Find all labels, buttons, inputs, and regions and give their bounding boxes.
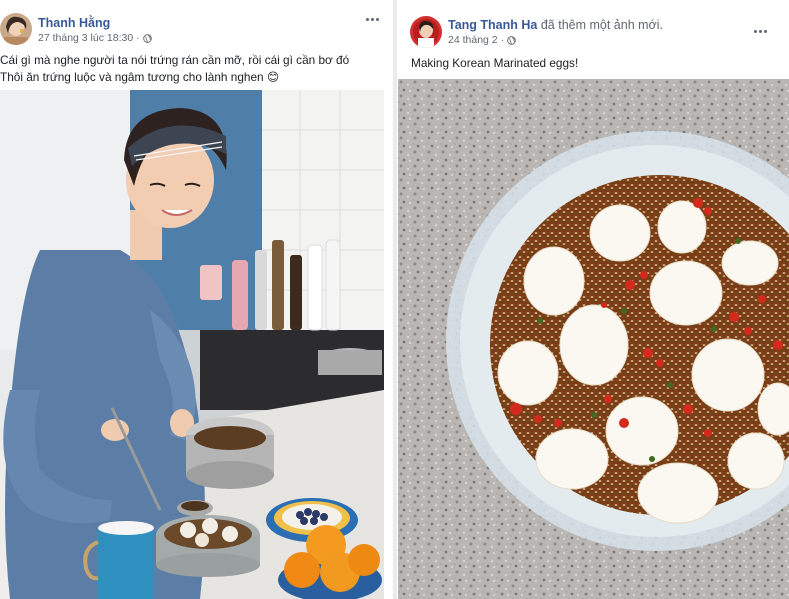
post-tang-thanh-ha: Tang Thanh Ha đã thêm một ảnh mới. 24 th… xyxy=(398,0,789,599)
caption-line: Thôi ăn trứng luộc và ngâm tương cho làn… xyxy=(0,69,280,84)
post-timestamp[interactable]: 24 tháng 2 xyxy=(448,34,498,47)
post-meta: 27 tháng 3 lúc 18:30 · xyxy=(38,32,152,45)
post-action-text: đã thêm một ảnh mới. xyxy=(540,18,663,32)
post-caption: Cái gì mà nghe người ta nói trứng rán cầ… xyxy=(0,52,349,85)
author-name[interactable]: Tang Thanh Ha xyxy=(448,18,537,32)
more-options-button[interactable] xyxy=(360,10,384,28)
marinated-eggs-photo[interactable] xyxy=(398,79,789,599)
more-options-icon xyxy=(753,29,768,33)
caption-line: Making Korean Marinated eggs! xyxy=(411,56,579,70)
globe-icon[interactable] xyxy=(507,36,516,45)
post-header: Tang Thanh Ha đã thêm một ảnh mới. 24 th… xyxy=(398,0,789,50)
author-name[interactable]: Thanh Hằng xyxy=(38,16,110,30)
post-meta: 24 tháng 2 · xyxy=(448,34,516,47)
post-caption: Making Korean Marinated eggs! xyxy=(411,55,578,72)
globe-icon[interactable] xyxy=(142,34,152,43)
meta-separator: · xyxy=(500,34,505,46)
post-timestamp[interactable]: 27 tháng 3 lúc 18:30 xyxy=(38,32,133,45)
feed: Thanh Hằng 27 tháng 3 lúc 18:30 · Cái gì… xyxy=(0,0,789,599)
post-divider xyxy=(393,0,397,599)
kitchen-cooking-photo[interactable] xyxy=(0,90,384,599)
meta-separator: · xyxy=(136,32,140,44)
author-line: Tang Thanh Ha đã thêm một ảnh mới. xyxy=(448,17,663,33)
avatar[interactable] xyxy=(0,13,32,45)
caption-line: Cái gì mà nghe người ta nói trứng rán cầ… xyxy=(0,53,350,67)
post-header: Thanh Hằng 27 tháng 3 lúc 18:30 · xyxy=(0,0,392,50)
author-line: Thanh Hằng xyxy=(38,15,110,31)
avatar[interactable] xyxy=(410,16,442,48)
post-thanh-hang: Thanh Hằng 27 tháng 3 lúc 18:30 · Cái gì… xyxy=(0,0,392,599)
more-options-button[interactable] xyxy=(748,22,772,40)
more-options-icon xyxy=(365,17,380,21)
